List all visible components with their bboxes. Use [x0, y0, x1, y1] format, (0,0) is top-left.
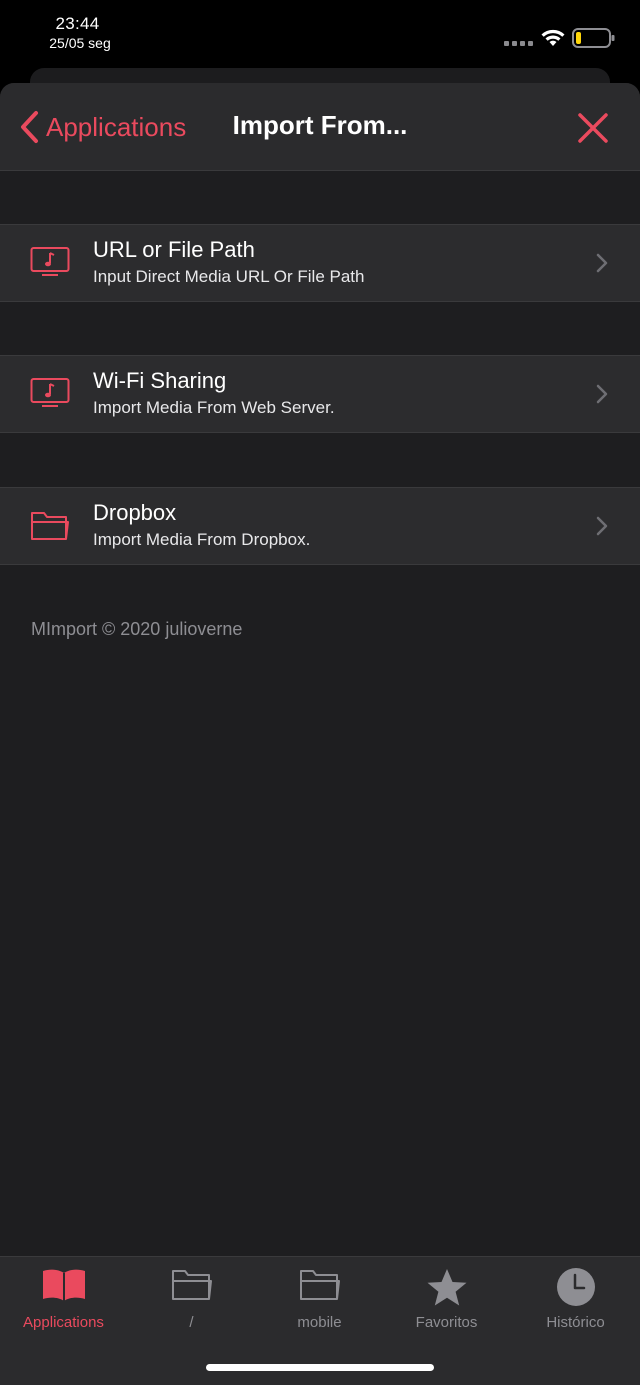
folder-icon — [171, 1270, 212, 1300]
cellular-signal-icon — [504, 41, 533, 46]
status-bar: 23:44 25/05 seg — [0, 0, 640, 70]
tab-mobile[interactable]: mobile — [256, 1257, 383, 1347]
navigation-bar: Applications Import From... — [0, 83, 640, 171]
tab-label: mobile — [297, 1314, 342, 1331]
wifi-icon — [541, 29, 565, 46]
tab-root[interactable]: / — [128, 1257, 255, 1347]
status-date: 25/05 seg — [49, 35, 111, 51]
list-item-url-file-path[interactable]: URL or File Path Input Direct Media URL … — [0, 224, 640, 302]
music-screen-icon — [30, 247, 70, 276]
row-subtitle: Input Direct Media URL Or File Path — [93, 267, 365, 286]
star-icon — [427, 1269, 466, 1306]
chevron-right-icon — [596, 516, 608, 536]
page-title: Import From... — [232, 110, 408, 140]
row-subtitle: Import Media From Web Server. — [93, 398, 335, 417]
back-button[interactable]: Applications — [18, 107, 186, 147]
tab-label: / — [189, 1314, 194, 1331]
home-indicator[interactable] — [206, 1364, 434, 1371]
folder-icon — [299, 1270, 340, 1300]
tab-applications[interactable]: Applications — [0, 1257, 127, 1347]
chevron-right-icon — [596, 384, 608, 404]
footer-copyright: MImport © 2020 julioverne — [31, 619, 243, 639]
row-title: Dropbox — [93, 500, 177, 525]
list-item-dropbox[interactable]: Dropbox Import Media From Dropbox. — [0, 487, 640, 565]
folder-icon — [31, 512, 69, 540]
screen: 23:44 25/05 seg Applications Import From — [0, 0, 640, 1385]
import-sheet: Applications Import From... URL or File … — [0, 83, 640, 1385]
clock-icon — [556, 1268, 595, 1306]
chevron-right-icon — [596, 253, 608, 273]
row-subtitle: Import Media From Dropbox. — [93, 530, 311, 549]
close-icon[interactable] — [574, 109, 612, 147]
battery-icon — [572, 28, 615, 48]
tab-historico[interactable]: Histórico — [512, 1257, 639, 1347]
list-item-wifi-sharing[interactable]: Wi-Fi Sharing Import Media From Web Serv… — [0, 355, 640, 433]
music-screen-icon — [30, 378, 70, 407]
tab-label: Applications — [23, 1314, 104, 1331]
tab-label: Histórico — [546, 1314, 605, 1331]
row-title: URL or File Path — [93, 237, 255, 262]
chevron-left-icon — [21, 111, 38, 143]
book-icon — [42, 1269, 85, 1301]
status-time: 23:44 — [55, 14, 100, 33]
back-button-label: Applications — [46, 111, 187, 142]
tab-label: Favoritos — [415, 1314, 478, 1331]
row-title: Wi-Fi Sharing — [93, 368, 227, 393]
tab-favoritos[interactable]: Favoritos — [383, 1257, 510, 1347]
